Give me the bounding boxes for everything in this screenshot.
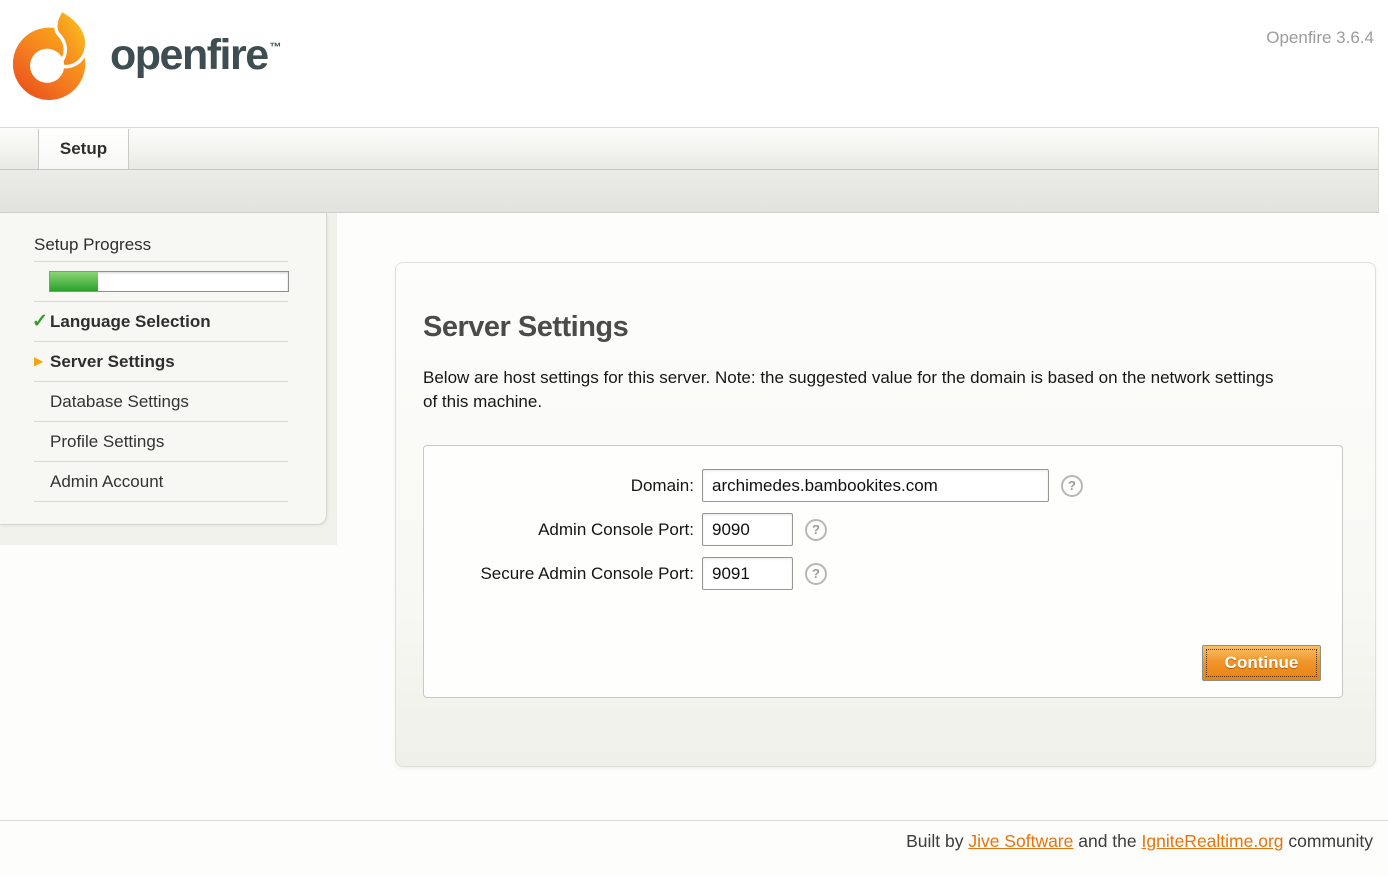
current-step-arrow-icon: ▶: [34, 341, 43, 381]
tab-setup[interactable]: Setup: [38, 129, 129, 169]
form-row-domain: Domain: ?: [424, 469, 1342, 502]
setup-progress-panel: Setup Progress ✓ Language Selection ▶ Se…: [0, 213, 327, 525]
page-title: Server Settings: [423, 311, 1375, 344]
trademark-symbol: ™: [270, 40, 282, 54]
footer-suffix: community: [1284, 831, 1373, 851]
check-icon: ✓: [32, 302, 48, 342]
help-icon[interactable]: ?: [805, 563, 827, 585]
header: openfire™ Openfire 3.6.4: [0, 0, 1388, 127]
sidebar-item-server-settings: ▶ Server Settings: [34, 342, 288, 382]
version-label: Openfire 3.6.4: [1266, 28, 1374, 48]
jive-software-link[interactable]: Jive Software: [968, 831, 1073, 851]
openfire-logo: openfire™: [10, 8, 282, 103]
flame-icon: [10, 8, 96, 103]
continue-button[interactable]: Continue: [1202, 645, 1321, 681]
help-icon[interactable]: ?: [1061, 475, 1083, 497]
help-icon[interactable]: ?: [805, 519, 827, 541]
sidebar-item-language-selection: ✓ Language Selection: [34, 302, 288, 342]
main-content-panel: Server Settings Below are host settings …: [395, 262, 1376, 767]
footer-credits: Built by Jive Software and the IgniteRea…: [906, 831, 1373, 852]
sidebar-item-profile-settings: Profile Settings: [34, 422, 288, 462]
secure-admin-console-port-label: Secure Admin Console Port:: [424, 564, 702, 584]
secure-admin-console-port-input[interactable]: [702, 557, 793, 590]
domain-label: Domain:: [424, 476, 702, 496]
server-settings-form: Domain: ? Admin Console Port: ? Secure A…: [423, 445, 1343, 698]
admin-console-port-input[interactable]: [702, 513, 793, 546]
progress-bar-fill: [50, 272, 98, 291]
logo-wordmark: openfire: [110, 31, 268, 79]
igniterealtime-link[interactable]: IgniteRealtime.org: [1142, 831, 1284, 851]
admin-console-port-label: Admin Console Port:: [424, 520, 702, 540]
footer-prefix: Built by: [906, 831, 968, 851]
progress-bar: [49, 271, 289, 292]
setup-progress-title: Setup Progress: [34, 235, 288, 255]
setup-steps-list: ✓ Language Selection ▶ Server Settings D…: [34, 301, 288, 502]
domain-input[interactable]: [702, 469, 1049, 502]
sidebar-item-admin-account: Admin Account: [34, 462, 288, 502]
sub-nav-bar: [0, 170, 1378, 213]
sidebar-item-database-settings: Database Settings: [34, 382, 288, 422]
footer-middle: and the: [1073, 831, 1141, 851]
form-row-secure-port: Secure Admin Console Port: ?: [424, 557, 1342, 590]
tab-bar: Setup: [0, 127, 1378, 170]
footer-divider: [0, 820, 1388, 821]
window-edge-strip: [1378, 127, 1388, 213]
divider: [34, 261, 288, 262]
page-description: Below are host settings for this server.…: [423, 366, 1285, 414]
form-row-admin-port: Admin Console Port: ?: [424, 513, 1342, 546]
